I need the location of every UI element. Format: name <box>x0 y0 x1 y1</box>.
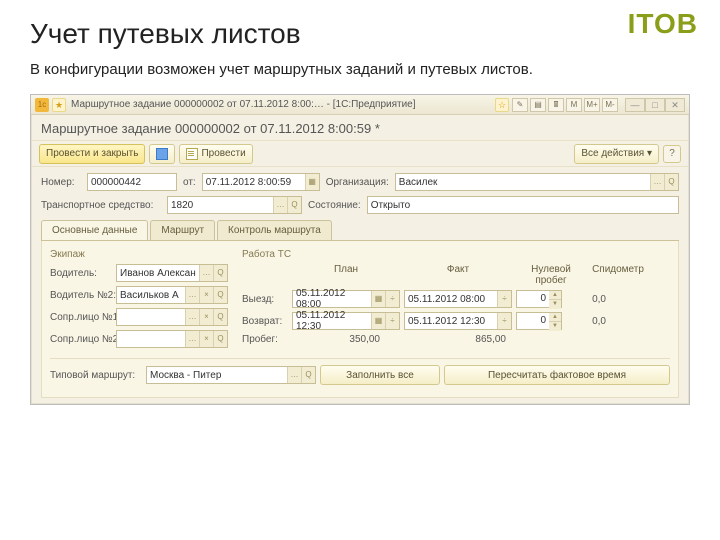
driver-input[interactable]: Иванов Алексан…Q <box>116 264 228 282</box>
status-label: Состояние: <box>308 200 361 211</box>
route-input[interactable]: Москва - Питер…Q <box>146 366 316 384</box>
ts-label: Транспортное средство: <box>41 200 161 211</box>
driver-label: Водитель: <box>50 268 112 279</box>
mem-mminus[interactable]: M- <box>602 98 618 112</box>
toolbar-btn-1[interactable]: ✎ <box>512 98 528 112</box>
dots-icon[interactable]: … <box>273 197 287 213</box>
col-fact: Факт <box>404 264 512 286</box>
tab-route[interactable]: Маршрут <box>150 220 215 240</box>
titlebar: 1c ★ Маршрутное задание 000000002 от 07.… <box>31 95 689 115</box>
in-plan-input[interactable]: 05.11.2012 12:30▦÷ <box>292 312 400 330</box>
tab-bar: Основные данные Маршрут Контроль маршрут… <box>41 220 679 241</box>
close-button[interactable]: ✕ <box>665 98 685 112</box>
org-input[interactable]: Василек…Q <box>395 173 679 191</box>
fav2-icon[interactable]: ☆ <box>495 98 509 112</box>
search-icon[interactable]: Q <box>287 197 301 213</box>
aide2-label: Сопр.лицо №2: <box>50 334 112 345</box>
run-plan: 350,00 <box>292 334 400 345</box>
run-label: Пробег: <box>242 334 288 345</box>
calc-icon[interactable]: 🖩 <box>548 98 564 112</box>
work-header: Работа ТС <box>242 249 670 260</box>
driver2-input[interactable]: Васильков А…×Q <box>116 286 228 304</box>
document-title: Маршрутное задание 000000002 от 07.11.20… <box>31 115 689 141</box>
save-button[interactable] <box>149 144 175 164</box>
slide-subtitle: В конфигурации возможен учет маршрутных … <box>30 60 690 80</box>
in-zero-input[interactable]: 0▲▼ <box>516 312 562 330</box>
toolbar: Провести и закрыть Провести Все действия… <box>31 141 689 167</box>
save-icon <box>156 148 168 160</box>
out-plan-input[interactable]: 05.11.2012 08:00▦÷ <box>292 290 400 308</box>
window-title: Маршрутное задание 000000002 от 07.11.20… <box>69 99 492 110</box>
help-button[interactable]: ? <box>663 145 681 163</box>
num-input[interactable]: 000000442 <box>87 173 177 191</box>
slide-title: Учет путевых листов <box>30 18 690 50</box>
minimize-button[interactable]: — <box>625 98 645 112</box>
date-label: от: <box>183 177 196 188</box>
col-odo: Спидометр <box>590 264 646 286</box>
crew-header: Экипаж <box>50 249 228 260</box>
fill-all-button[interactable]: Заполнить все <box>320 365 440 385</box>
driver2-label: Водитель №2: <box>50 290 112 301</box>
mem-m[interactable]: M <box>566 98 582 112</box>
app-icon: 1c <box>35 98 49 112</box>
post-button[interactable]: Провести <box>179 144 252 164</box>
route-label: Типовой маршрут: <box>50 370 142 381</box>
toolbar-btn-2[interactable]: ▤ <box>530 98 546 112</box>
col-plan: План <box>292 264 400 286</box>
num-label: Номер: <box>41 177 81 188</box>
col-zero: Нулевой пробег <box>516 264 586 286</box>
date-input[interactable]: 07.11.2012 8:00:59▦ <box>202 173 320 191</box>
brand-logo: ITOB <box>628 8 698 40</box>
app-window: 1c ★ Маршрутное задание 000000002 от 07.… <box>30 94 690 405</box>
ts-input[interactable]: 1820…Q <box>167 196 302 214</box>
tab-main[interactable]: Основные данные <box>41 220 148 240</box>
recalc-button[interactable]: Пересчитать фактовое время <box>444 365 670 385</box>
date-picker-icon[interactable]: ▦ <box>305 174 319 190</box>
out-zero-input[interactable]: 0▲▼ <box>516 290 562 308</box>
dots-icon[interactable]: … <box>650 174 664 190</box>
aide2-input[interactable]: …×Q <box>116 330 228 348</box>
run-fact: 865,00 <box>404 334 512 345</box>
doc-icon <box>186 148 198 160</box>
tab-control[interactable]: Контроль маршрута <box>217 220 332 240</box>
in-odo: 0,0 <box>566 316 606 327</box>
post-and-close-button[interactable]: Провести и закрыть <box>39 144 145 164</box>
in-fact-input[interactable]: 05.11.2012 12:30÷ <box>404 312 512 330</box>
in-label: Возврат: <box>242 316 288 327</box>
out-fact-input[interactable]: 05.11.2012 08:00÷ <box>404 290 512 308</box>
aide1-label: Сопр.лицо №1: <box>50 312 112 323</box>
aide1-input[interactable]: …×Q <box>116 308 228 326</box>
org-label: Организация: <box>326 177 389 188</box>
status-input[interactable]: Открыто <box>367 196 679 214</box>
favorite-icon[interactable]: ★ <box>52 98 66 112</box>
out-odo: 0,0 <box>566 294 606 305</box>
out-label: Выезд: <box>242 294 288 305</box>
maximize-button[interactable]: □ <box>645 98 665 112</box>
all-actions-button[interactable]: Все действия ▾ <box>574 144 659 164</box>
mem-mplus[interactable]: M+ <box>584 98 600 112</box>
search-icon[interactable]: Q <box>664 174 678 190</box>
